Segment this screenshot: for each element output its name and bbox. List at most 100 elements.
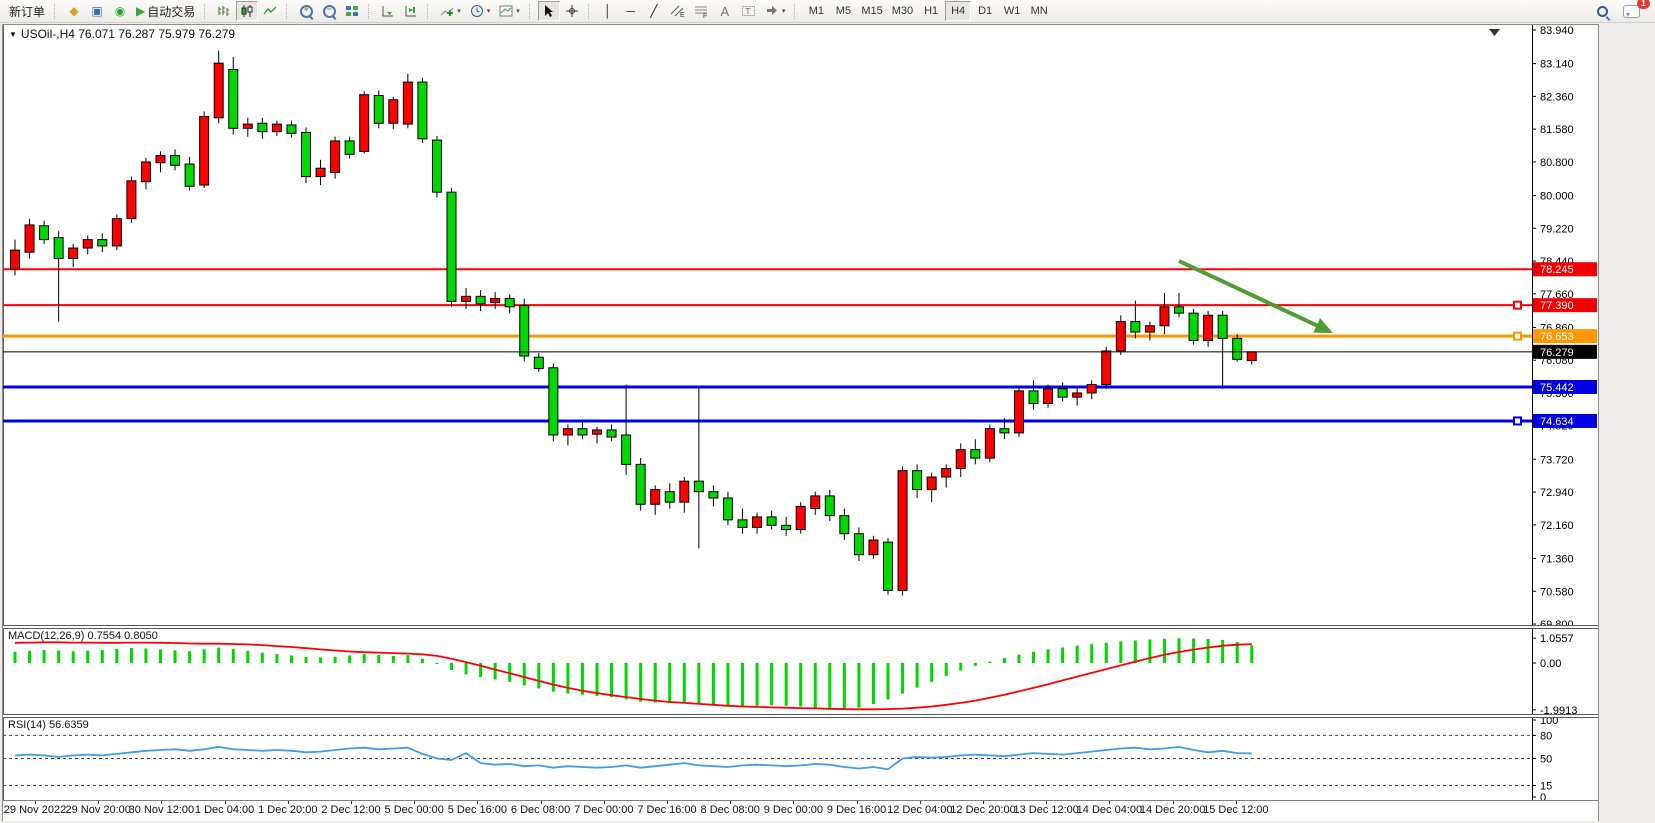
notifications-button[interactable]: 1 <box>1619 1 1644 21</box>
chart-title-expander-icon[interactable]: ▼ <box>9 30 17 39</box>
candle <box>1160 293 1169 334</box>
time-label: 29 Nov 2022 <box>4 804 66 816</box>
svg-text:83.140: 83.140 <box>1540 59 1574 71</box>
timeframe-m30[interactable]: M30 <box>888 1 917 21</box>
candle <box>1014 387 1023 437</box>
bar-chart-icon <box>217 4 231 18</box>
toolbar-grip[interactable] <box>54 4 58 19</box>
vertical-line-button[interactable]: │ <box>597 1 619 21</box>
svg-text:100: 100 <box>1540 718 1558 727</box>
toolbar-grip[interactable] <box>529 4 533 19</box>
candle <box>1204 311 1213 347</box>
toolbar-grip[interactable] <box>427 4 431 19</box>
svg-text:0: 0 <box>1540 792 1546 800</box>
price-axis-label: 74.634 <box>1533 414 1597 428</box>
tile-windows-button[interactable] <box>341 1 363 21</box>
horizontal-line-icon: ─ <box>627 5 636 17</box>
signals-button[interactable]: ◉ <box>109 1 131 21</box>
autotrading-button[interactable]: ▶ 自动交易 <box>132 1 199 21</box>
cursor-button[interactable] <box>538 1 560 21</box>
svg-text:76.653: 76.653 <box>1540 331 1574 343</box>
candle <box>432 136 441 198</box>
line-chart-button[interactable] <box>259 1 281 21</box>
rsi-panel[interactable]: RSI(14) 56.6359 1008050150 <box>3 718 1598 800</box>
candle <box>1102 347 1111 389</box>
candle <box>680 477 689 513</box>
fibonacci-button[interactable]: F <box>690 1 713 21</box>
zoom-in-button[interactable]: + <box>295 1 317 21</box>
svg-text:71.360: 71.360 <box>1540 553 1574 565</box>
candle <box>942 464 951 487</box>
templates-button[interactable]: ▾ <box>495 1 524 21</box>
horizontal-line[interactable] <box>3 417 1532 424</box>
text-button[interactable]: A <box>714 1 736 21</box>
timeframe-m15[interactable]: M15 <box>857 1 886 21</box>
svg-text:-1.9913: -1.9913 <box>1540 705 1577 714</box>
chart-shift-marker[interactable] <box>1489 29 1500 36</box>
time-axis[interactable]: 29 Nov 202229 Nov 20:0030 Nov 12:001 Dec… <box>3 800 1598 821</box>
trendline-button[interactable]: ╱ <box>643 1 665 21</box>
candle <box>985 424 994 462</box>
price-axis[interactable]: 83.94083.14082.36081.58080.80080.00079.2… <box>1532 25 1574 625</box>
time-label: 2 Dec 12:00 <box>321 804 380 816</box>
time-label: 9 Dec 16:00 <box>827 804 886 816</box>
main-chart-panel[interactable]: ▼USOil-,H4 76.071 76.287 75.979 76.279 8… <box>3 25 1598 625</box>
dropdown-icon: ▾ <box>487 8 491 15</box>
candle <box>374 90 383 128</box>
candle <box>738 508 747 533</box>
zoom-out-button[interactable]: − <box>318 1 340 21</box>
candle <box>549 364 558 442</box>
toolbar-grip[interactable] <box>794 4 798 19</box>
toolbar-grip[interactable] <box>588 4 592 19</box>
main-chart-svg[interactable]: 83.94083.14082.36081.58080.80080.00079.2… <box>3 25 1598 625</box>
svg-text:1.0557: 1.0557 <box>1540 633 1574 645</box>
timeframe-d1[interactable]: D1 <box>972 1 998 21</box>
candle <box>171 149 180 170</box>
timeframe-h1[interactable]: H1 <box>918 1 944 21</box>
bar-chart-button[interactable] <box>213 1 235 21</box>
candle <box>665 483 674 508</box>
new-order-icon-button[interactable]: ◆ <box>63 1 85 21</box>
periods-button[interactable]: ▾ <box>466 1 495 21</box>
horizontal-line[interactable] <box>3 302 1532 309</box>
candle <box>811 492 820 515</box>
search-button[interactable] <box>1591 1 1613 21</box>
timeframe-m1[interactable]: M1 <box>803 1 829 21</box>
chart-shift-button[interactable] <box>400 1 422 21</box>
auto-scroll-button[interactable] <box>377 1 399 21</box>
rsi-label: RSI(14) 56.6359 <box>8 719 89 731</box>
candle <box>593 427 602 444</box>
candle <box>272 121 281 136</box>
equidistant-channel-button[interactable]: E <box>666 1 689 21</box>
indicators-button[interactable]: ▾ <box>436 1 465 21</box>
timeframe-h4[interactable]: H4 <box>945 1 971 21</box>
macd-panel[interactable]: MACD(12,26,9) 0.7554 0.8050 1.05570.00-1… <box>3 629 1598 714</box>
macd-axis[interactable]: 1.05570.00-1.9913 <box>1532 629 1577 714</box>
horizontal-line-button[interactable]: ─ <box>620 1 642 21</box>
timeframe-mn[interactable]: MN <box>1026 1 1052 21</box>
candle <box>1218 311 1227 389</box>
macd-svg[interactable]: 1.05570.00-1.9913 <box>3 629 1598 714</box>
annotation-arrow[interactable] <box>1179 261 1333 333</box>
toolbar-grip[interactable] <box>286 4 290 19</box>
timeframe-w1[interactable]: W1 <box>999 1 1025 21</box>
shapes-button[interactable]: ▾ <box>761 1 790 21</box>
new-order-button[interactable]: 新订单 <box>5 1 49 21</box>
toolbar-grip[interactable] <box>368 4 372 19</box>
price-axis-label: 75.442 <box>1533 380 1597 394</box>
terminal-button[interactable]: ▣ <box>86 1 108 21</box>
candle <box>156 151 165 172</box>
candle <box>403 74 412 129</box>
rsi-axis[interactable]: 1008050150 <box>1532 718 1558 800</box>
tile-windows-icon <box>345 4 359 18</box>
fibonacci-icon: F <box>694 4 709 18</box>
timeframe-m5[interactable]: M5 <box>830 1 856 21</box>
horizontal-line[interactable] <box>3 333 1532 340</box>
text-label-button[interactable]: T <box>737 1 760 21</box>
cursor-icon <box>542 4 555 18</box>
candle <box>98 233 107 252</box>
toolbar-grip[interactable] <box>204 4 208 19</box>
crosshair-button[interactable] <box>561 1 583 21</box>
rsi-svg[interactable]: 1008050150 <box>3 718 1598 800</box>
candlestick-chart-button[interactable] <box>236 1 258 21</box>
